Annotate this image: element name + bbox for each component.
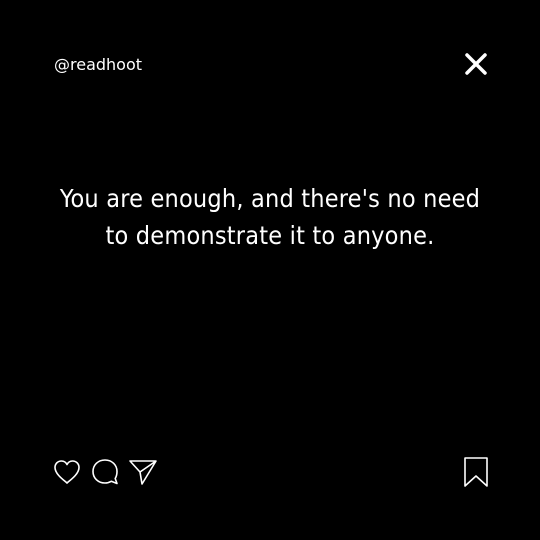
comment-button[interactable] [90, 457, 120, 487]
quote-line-2: to demonstrate it to anyone. [105, 221, 435, 250]
quote-text: You are enough, and there's no need to d… [40, 180, 500, 254]
share-button[interactable] [128, 457, 158, 487]
like-button[interactable] [52, 457, 82, 487]
save-button[interactable] [461, 456, 491, 488]
quote-line-1: You are enough, and there's no need [59, 184, 481, 213]
close-button[interactable] [462, 50, 490, 78]
heart-icon [54, 460, 80, 484]
send-paper-plane-icon [129, 460, 157, 485]
close-icon [465, 53, 487, 75]
bookmark-icon [464, 457, 488, 487]
account-handle: @readhoot [54, 55, 143, 74]
post-actions [52, 456, 158, 488]
quote-post-card: @readhoot You are enough, and there's no… [0, 0, 540, 540]
comment-bubble-icon [92, 459, 118, 485]
